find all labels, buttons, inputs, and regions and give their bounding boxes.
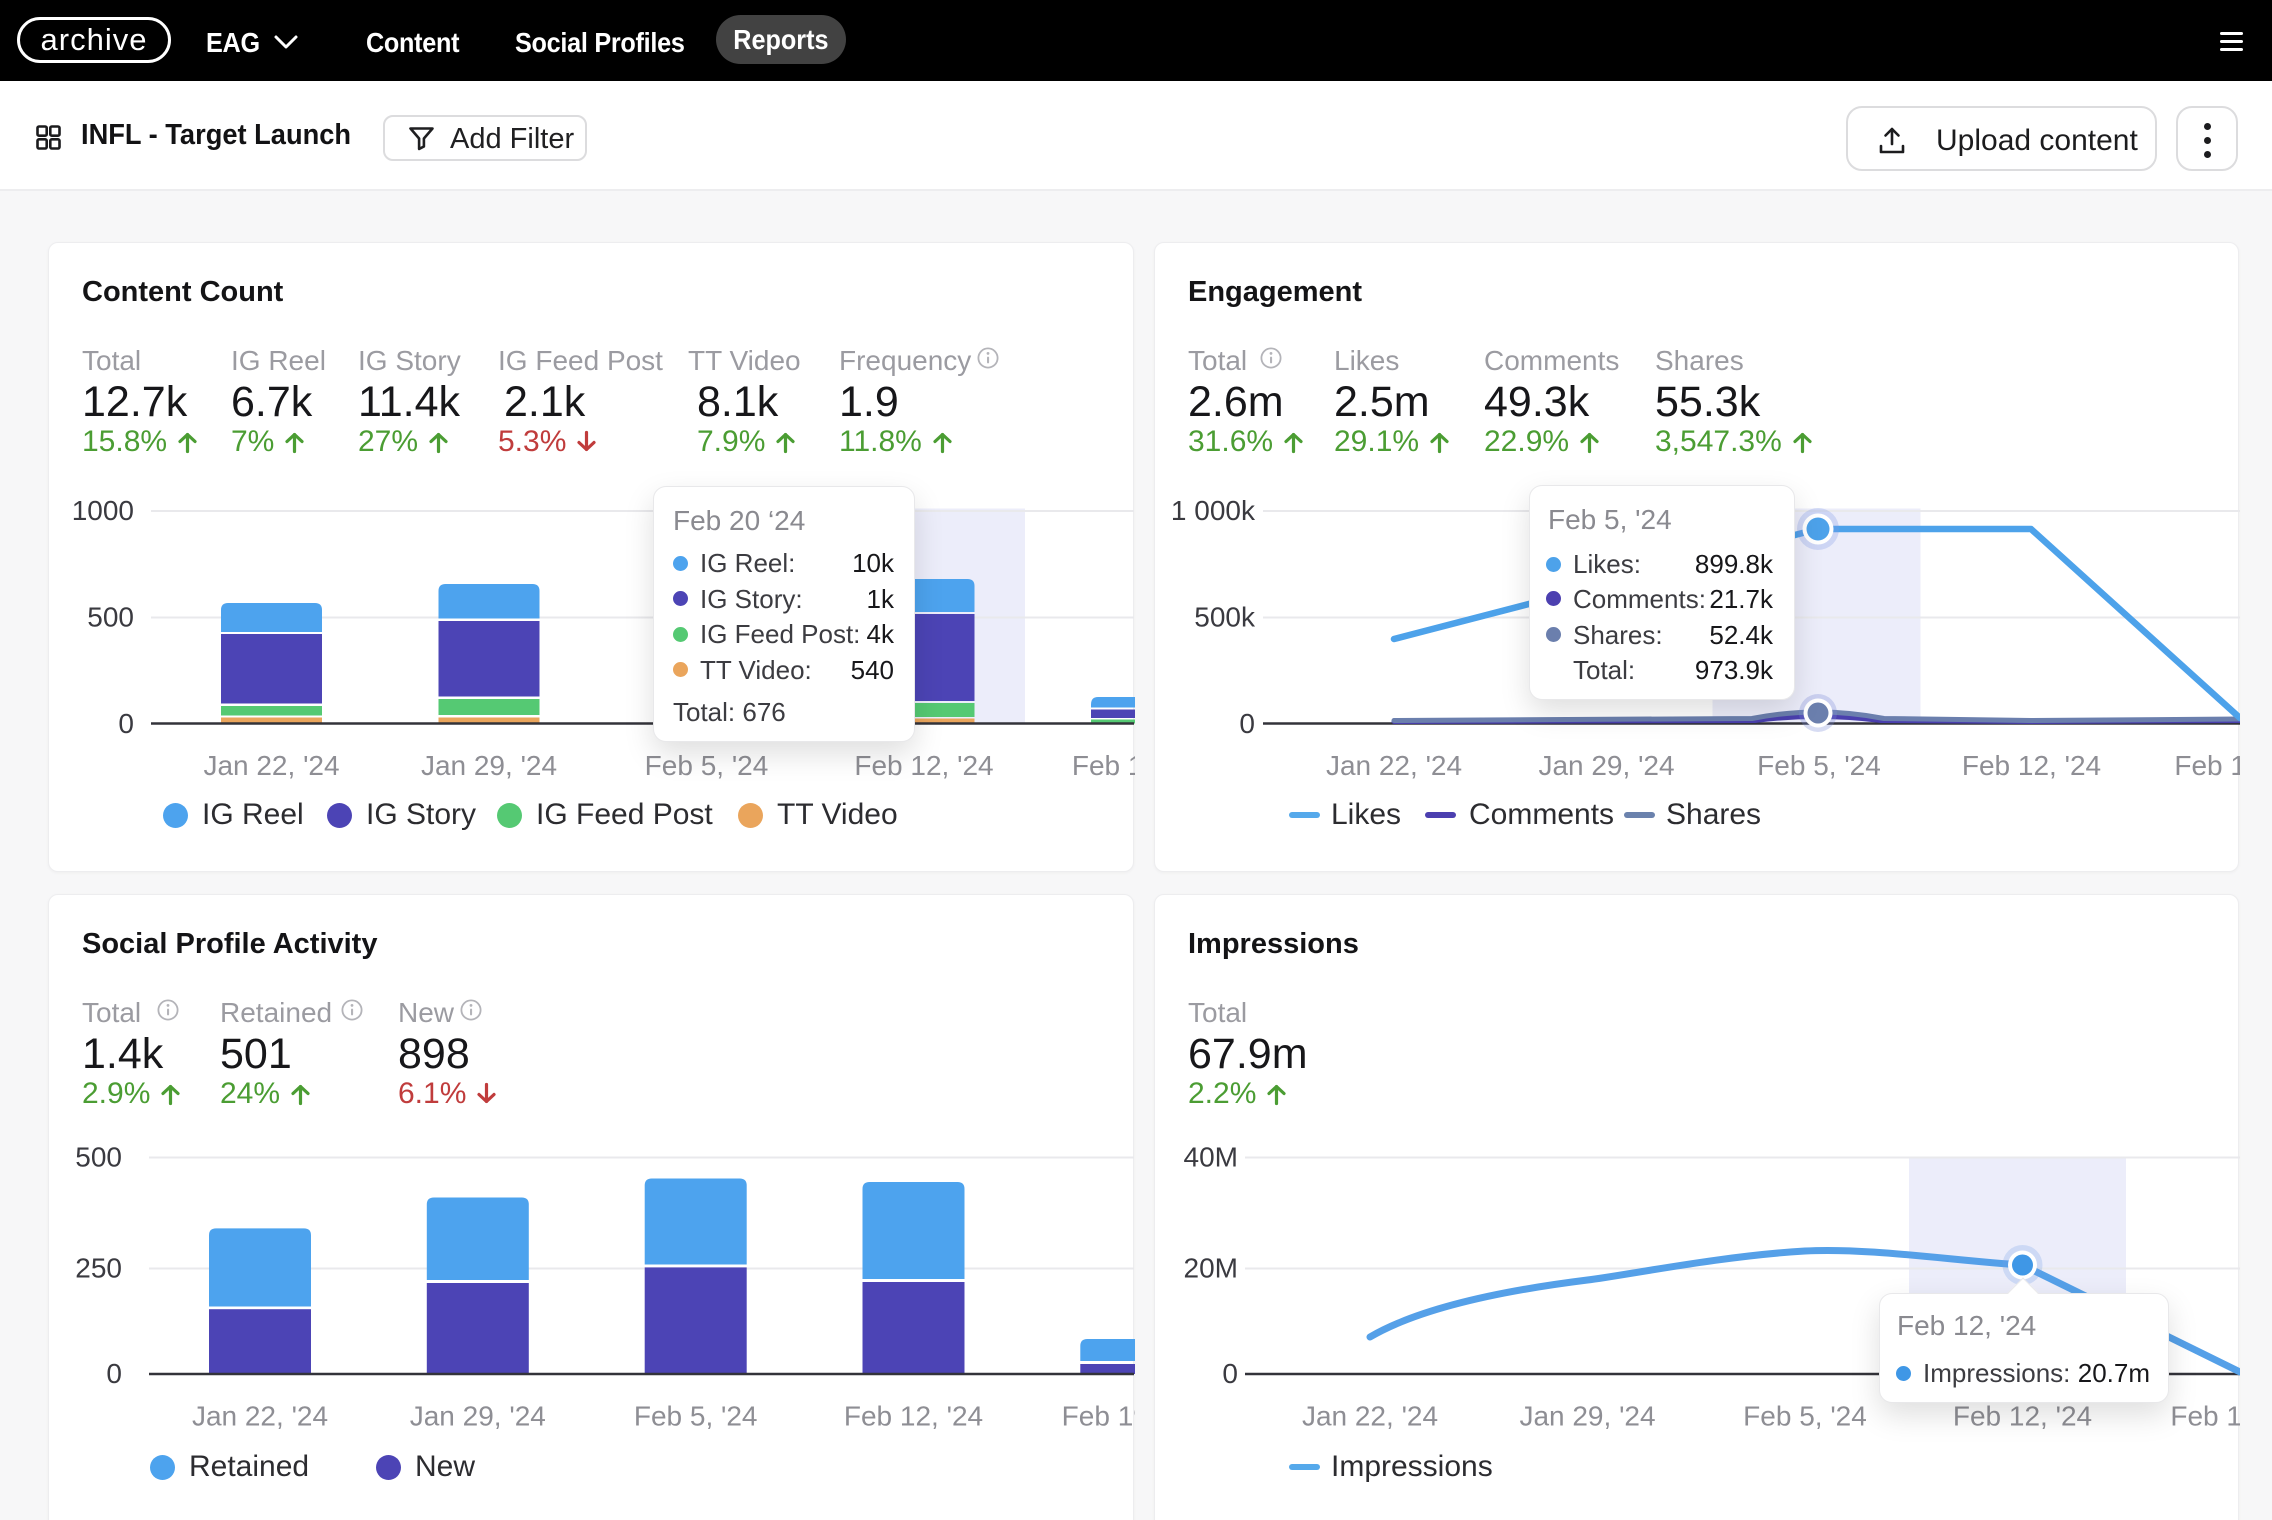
svg-text:Jan 22, '24: Jan 22, '24: [1302, 1401, 1438, 1432]
svg-text:0: 0: [1239, 708, 1255, 739]
svg-text:Feb 19, '24: Feb 19, '24: [2174, 750, 2240, 781]
svg-text:Feb 12, '24: Feb 12, '24: [844, 1401, 983, 1432]
svg-text:0: 0: [106, 1358, 122, 1389]
svg-text:0: 0: [1222, 1358, 1238, 1389]
svg-text:Feb 5, '24: Feb 5, '24: [645, 750, 769, 781]
svg-text:Jan 22, '24: Jan 22, '24: [203, 750, 339, 781]
svg-text:Feb 19, '24: Feb 19, '24: [1072, 750, 1135, 781]
svg-text:20M: 20M: [1184, 1253, 1238, 1284]
svg-text:Feb 5, '24: Feb 5, '24: [1757, 750, 1881, 781]
svg-text:Jan 22, '24: Jan 22, '24: [192, 1401, 328, 1432]
svg-text:250: 250: [75, 1253, 122, 1284]
svg-text:Feb 19, '24: Feb 19, '24: [1062, 1401, 1135, 1432]
svg-text:Jan 29, '24: Jan 29, '24: [1519, 1401, 1655, 1432]
svg-text:Jan 29, '24: Jan 29, '24: [410, 1401, 546, 1432]
svg-text:Feb 12, '24: Feb 12, '24: [854, 750, 993, 781]
svg-text:40M: 40M: [1184, 1142, 1238, 1173]
svg-text:Jan 29, '24: Jan 29, '24: [1538, 750, 1674, 781]
svg-text:Jan 29, '24: Jan 29, '24: [421, 750, 557, 781]
svg-text:500: 500: [75, 1142, 122, 1173]
svg-text:Feb 12, '24: Feb 12, '24: [1953, 1401, 2092, 1432]
svg-text:500: 500: [87, 602, 134, 633]
svg-text:0: 0: [118, 708, 134, 739]
svg-text:1000: 1000: [72, 495, 134, 526]
svg-text:1 000k: 1 000k: [1171, 495, 1256, 526]
svg-text:Feb 5, '24: Feb 5, '24: [1743, 1401, 1867, 1432]
svg-text:Feb 19, '24: Feb 19, '24: [2170, 1401, 2240, 1432]
svg-text:Feb 5, '24: Feb 5, '24: [634, 1401, 758, 1432]
svg-text:500k: 500k: [1194, 602, 1256, 633]
svg-text:Jan 22, '24: Jan 22, '24: [1326, 750, 1462, 781]
svg-text:Feb 12, '24: Feb 12, '24: [1962, 750, 2101, 781]
